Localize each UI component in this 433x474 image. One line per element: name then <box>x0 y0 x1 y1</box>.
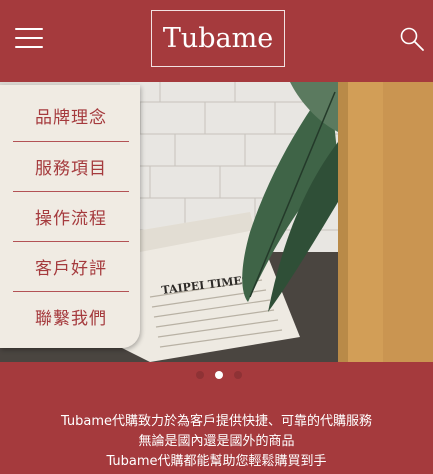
hamburger-menu-icon[interactable] <box>15 26 43 50</box>
menu-item-services[interactable]: 服務項目 <box>13 141 129 191</box>
tagline-line: Tubame代購致力於為客戶提供快捷、可靠的代購服務 <box>60 414 373 429</box>
nav-menu-dropdown: 品牌理念 服務項目 操作流程 客戶好評 聯繫我們 <box>0 85 140 348</box>
hamburger-line <box>15 28 43 30</box>
slider-pagination <box>196 371 246 381</box>
site-logo[interactable]: Tubame <box>151 10 285 67</box>
search-icon[interactable] <box>399 26 425 52</box>
slider-dot-active[interactable] <box>215 371 223 379</box>
hamburger-line <box>15 37 43 39</box>
next-slide-preview <box>338 82 433 362</box>
menu-item-reviews[interactable]: 客戶好評 <box>13 241 129 291</box>
site-header: Tubame <box>0 0 433 82</box>
slider-dot[interactable] <box>196 371 204 379</box>
menu-item-brand-philosophy[interactable]: 品牌理念 <box>13 90 129 140</box>
menu-item-process[interactable]: 操作流程 <box>13 191 129 241</box>
tagline-line: Tubame代購都能幫助您輕鬆購買到手 <box>106 454 327 469</box>
menu-item-contact[interactable]: 聯繫我們 <box>13 291 129 341</box>
slider-dot[interactable] <box>234 371 242 379</box>
hamburger-line <box>15 46 43 48</box>
tagline-line: 無論是國內還是國外的商品 <box>138 434 295 449</box>
